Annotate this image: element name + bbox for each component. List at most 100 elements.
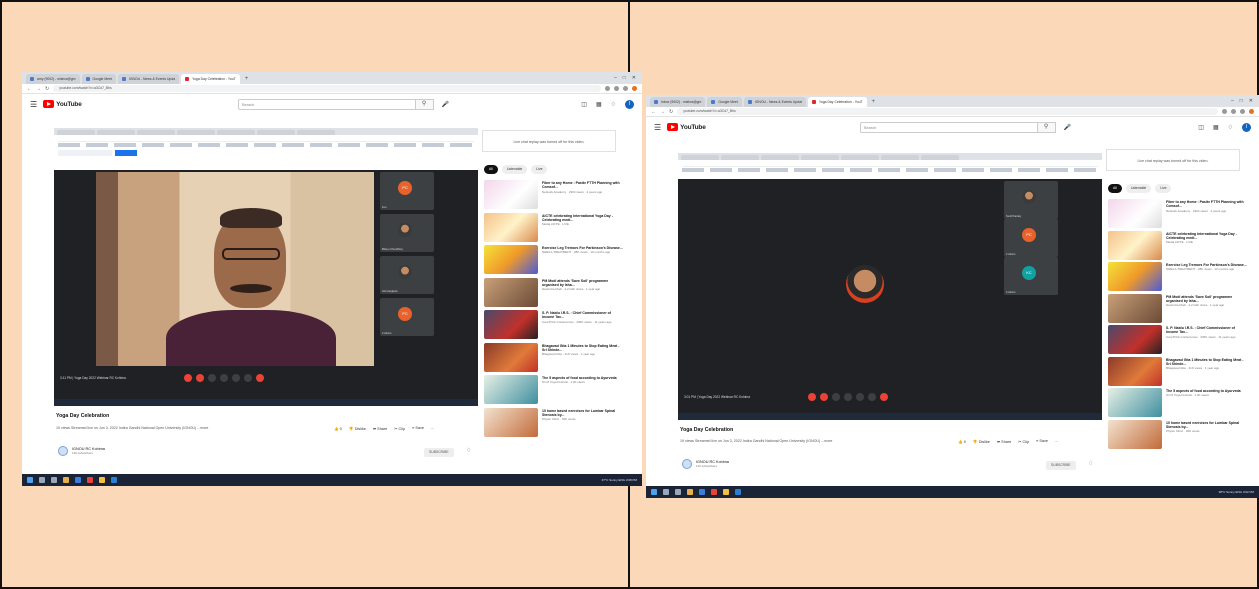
rec-title[interactable]: PM Modi attends 'Save Soil' programme or… [1166,295,1248,304]
filter-chip[interactable]: Listenable [501,165,528,174]
like-button[interactable]: 👍 0 [334,426,342,431]
chrome-icon[interactable] [711,489,717,495]
folder-icon[interactable] [723,489,729,495]
rec-title[interactable]: S. P. Naidu I.R.S. : Chief Commissioner … [542,311,624,320]
share-icon[interactable] [605,86,610,91]
subscribe-button[interactable]: SUBSCRIBE [1046,461,1076,470]
reload-icon[interactable]: ↻ [669,109,673,115]
browser-tab[interactable]: Yoga Day Celebration - YouT [181,74,240,84]
menu-icon[interactable]: ☰ [654,123,661,132]
recommended-video[interactable]: Exercise Leg Tremors For Parkinson's Dis… [1108,262,1248,294]
search-input[interactable]: Search [237,98,416,110]
search-icon[interactable]: ⚲ [415,98,434,110]
browser-tab[interactable]: IGNOU - News & Events Upda [117,74,180,84]
meet-control-button[interactable] [256,374,264,382]
back-icon[interactable]: ← [651,109,656,115]
meet-control-button[interactable] [208,374,216,382]
taskbar-search-icon[interactable] [39,477,45,483]
back-icon[interactable]: ← [27,86,32,92]
recommended-video[interactable]: Bhagavad Gita 1 Minutes to Stop Eating M… [1108,356,1248,389]
create-icon[interactable]: ◫ [1198,124,1204,131]
video-thumbnail[interactable] [1108,325,1162,354]
meet-control-button[interactable] [880,393,888,401]
recommended-video[interactable]: Fiber to any Home : Pasitv FTTH Planning… [484,180,624,213]
mail-icon[interactable] [735,489,741,495]
mic-icon[interactable]: 🎤 [1064,124,1071,131]
start-icon[interactable] [651,489,657,495]
taskbar-search-icon[interactable] [663,489,669,495]
browser-tab[interactable]: IGNOU - News & Events Updat [743,97,806,107]
notification-bell-icon[interactable]: ♢ [1088,460,1093,467]
recommended-video[interactable]: S. P. Naidu I.R.S. : Chief Commissioner … [484,310,624,343]
meet-control-button[interactable] [244,374,252,382]
subscribe-button[interactable]: SUBSCRIBE [424,448,454,457]
filter-chip[interactable]: Listenable [1125,184,1152,193]
video-thumbnail[interactable] [1108,356,1162,386]
maximize-icon[interactable]: □ [1240,95,1243,107]
extension-icon[interactable] [1240,109,1245,114]
recommended-video[interactable]: Fiber to any Home : Pasitv FTTH Planning… [1108,199,1248,231]
apps-icon[interactable]: ▦ [1213,124,1219,131]
video-thumbnail[interactable] [484,342,538,372]
star-icon[interactable] [614,86,619,91]
new-tab-icon[interactable]: + [869,97,879,107]
recommended-video[interactable]: Exercise Leg Tremors For Parkinson's Dis… [484,245,624,278]
start-icon[interactable] [27,477,33,483]
filter-chip[interactable]: Live [1155,184,1172,193]
dislike-button[interactable]: 👎 Dislike [973,439,990,444]
edge-icon[interactable] [699,489,705,495]
dislike-button[interactable]: 👎 Dislike [349,426,366,431]
browser-tab[interactable]: Inbox (9002) - mishra@gm [650,97,706,107]
video-thumbnail[interactable] [1108,262,1162,291]
recommended-video[interactable]: PM Modi attends 'Save Soil' programme or… [1108,293,1248,326]
video-meta[interactable]: 19 views Streamed live on Jun 3, 2022 In… [56,426,208,430]
more-button[interactable]: ... [431,426,434,431]
filter-chip[interactable]: All [484,165,498,174]
meet-control-button[interactable] [844,393,852,401]
profile-avatar[interactable] [632,86,637,91]
recommended-video[interactable]: The 5 aspects of food according to Ayurv… [1108,388,1248,420]
meet-control-button[interactable] [196,374,204,382]
video-thumbnail[interactable] [484,407,538,437]
browser-tab[interactable]: Google Meet [81,74,116,84]
filter-chip[interactable]: All [1108,184,1122,193]
clip-button[interactable]: ✂ Clip [394,426,405,431]
rec-title[interactable]: Bhagavad Gita 1 Minutes to Stop Eating M… [1166,358,1248,367]
url-field[interactable]: youtube.com/watch?v=a3Cd7_Bhs [53,85,601,92]
rec-title[interactable]: PM Modi attends 'Save Soil' programme or… [542,279,624,288]
video-thumbnail[interactable] [484,180,538,209]
rec-title[interactable]: Bhagavad Gita 1 Minutes to Stop Eating M… [542,344,624,353]
save-button[interactable]: ≡ Save [412,426,424,431]
mail-icon[interactable] [111,477,117,483]
url-field[interactable]: youtube.com/watch?v=a3Cd7_Bhs [677,108,1218,115]
meet-control-button[interactable] [184,374,192,382]
video-meta[interactable]: 19 views Streamed live on Jun 3, 2022 In… [680,439,832,443]
mic-icon[interactable]: 🎤 [442,101,449,108]
task-view-icon[interactable] [51,477,57,483]
file-explorer-icon[interactable] [687,489,693,495]
edge-icon[interactable] [75,477,81,483]
more-button[interactable]: ... [1055,439,1058,444]
like-button[interactable]: 👍 0 [958,439,966,444]
meet-control-button[interactable] [832,393,840,401]
close-icon[interactable]: ✕ [632,72,636,84]
account-avatar[interactable]: I [625,99,634,109]
save-button[interactable]: ≡ Save [1036,439,1048,444]
minimize-icon[interactable]: – [614,72,617,84]
account-avatar[interactable]: I [1242,122,1251,132]
channel-avatar[interactable] [58,446,68,456]
forward-icon[interactable]: → [36,86,41,92]
bell-icon[interactable]: ♢ [1228,124,1233,131]
star-icon[interactable] [1231,109,1236,114]
recommended-video[interactable]: The 5 aspects of food according to Ayurv… [484,375,624,408]
share-icon[interactable] [1222,109,1227,114]
meet-control-button[interactable] [808,393,816,401]
recommended-video[interactable]: AICTE celebrating International Yoga Day… [484,212,624,246]
video-thumbnail[interactable] [1108,388,1162,417]
profile-avatar[interactable] [1249,109,1254,114]
chrome-icon[interactable] [87,477,93,483]
rec-title[interactable]: AICTE celebrating International Yoga Day… [542,214,624,223]
video-player[interactable]: PC Fou Bhanu Choudhary Anil Jangleria PC… [54,128,478,406]
browser-tab[interactable]: Google Meet [707,97,742,107]
folder-icon[interactable] [99,477,105,483]
